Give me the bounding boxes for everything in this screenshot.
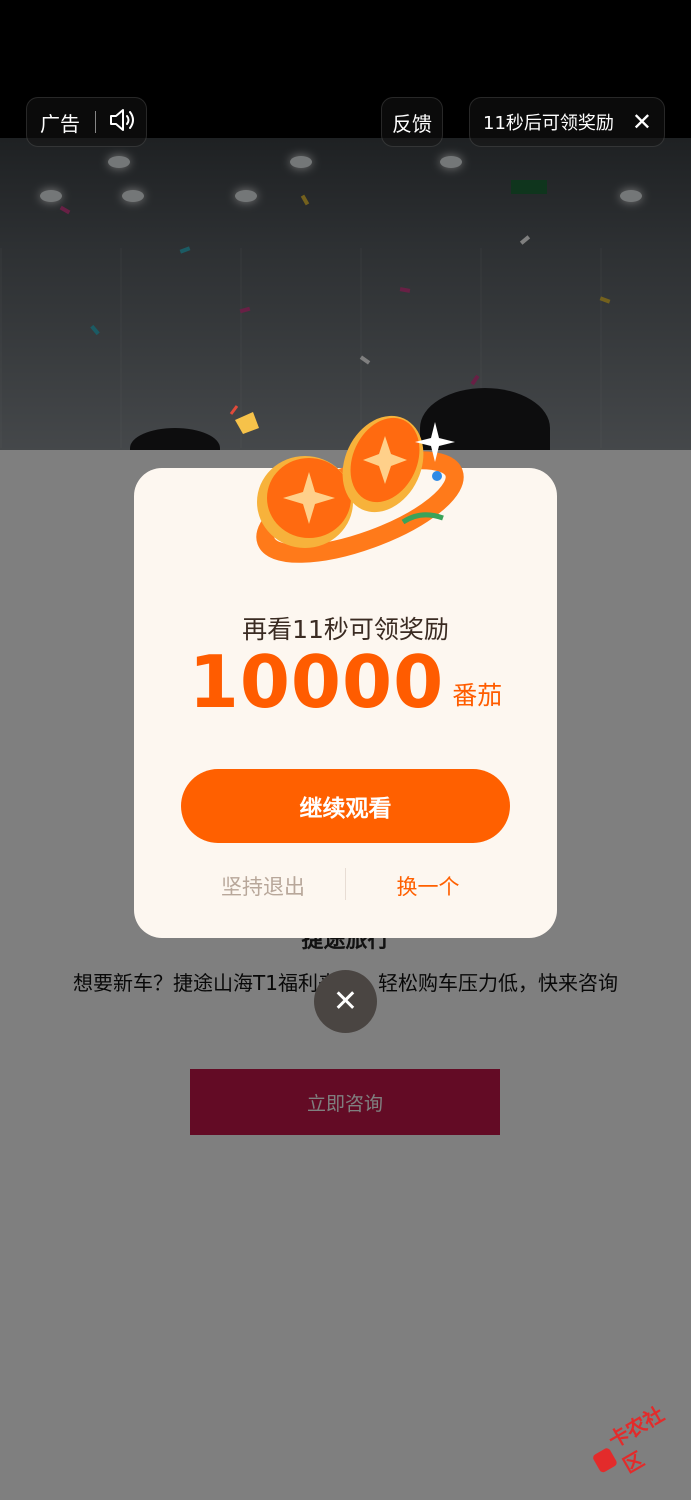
reward-countdown-text: 11秒后可领奖励 <box>483 113 614 134</box>
speaker-icon[interactable] <box>108 107 138 138</box>
quit-button[interactable]: 坚持退出 <box>196 871 330 901</box>
pill-divider <box>95 111 96 133</box>
close-icon: ✕ <box>332 984 359 1019</box>
reward-countdown-pill[interactable]: 11秒后可领奖励 ✕ <box>469 97 665 147</box>
reward-amount-row: 10000 番茄 <box>134 646 557 718</box>
ad-label: 广告 <box>40 111 80 136</box>
swap-ad-button[interactable]: 换一个 <box>361 871 495 901</box>
reward-unit: 番茄 <box>452 681 503 710</box>
reward-amount: 10000 <box>188 640 445 724</box>
continue-watching-button[interactable]: 继续观看 <box>181 769 510 843</box>
button-divider <box>345 868 346 900</box>
coin-reward-icon <box>225 392 465 592</box>
close-icon[interactable]: ✕ <box>632 110 652 134</box>
feedback-button[interactable]: 反馈 <box>381 97 443 147</box>
ad-sound-pill[interactable]: 广告 <box>26 97 147 147</box>
close-modal-button[interactable]: ✕ <box>314 970 377 1033</box>
